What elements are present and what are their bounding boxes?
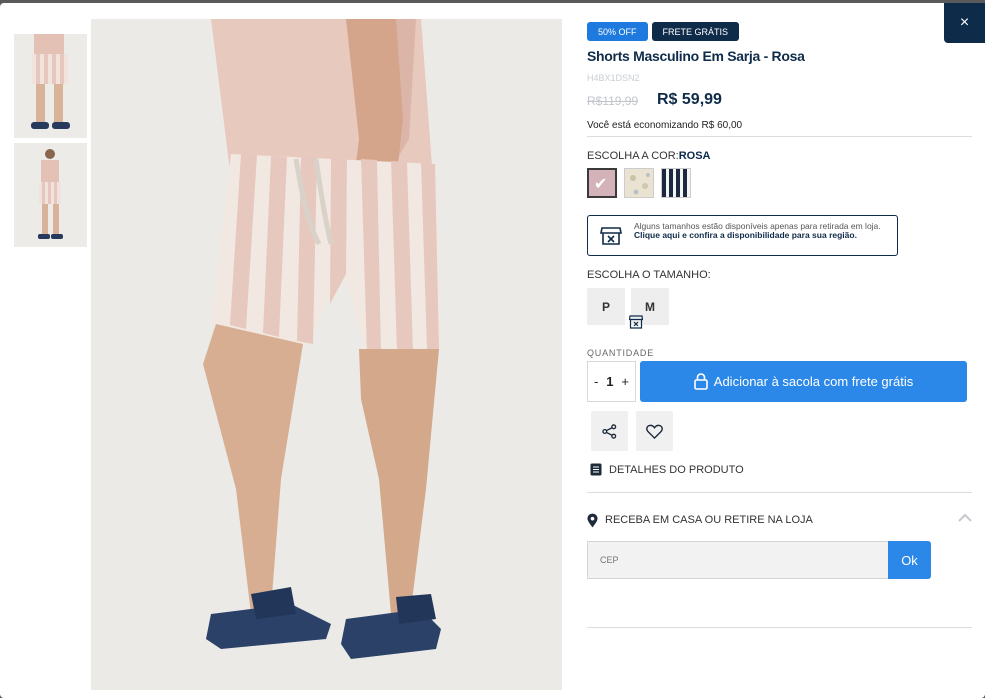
check-icon: ✔ [594, 176, 608, 193]
store-notice-link[interactable]: Clique aqui e confira a disponibilidade … [634, 230, 857, 240]
product-details-label: DETALHES DO PRODUTO [609, 463, 744, 476]
favorite-button[interactable] [636, 411, 673, 451]
product-main-image [91, 19, 562, 690]
savings-text: Você está economizando R$ 60,00 [587, 120, 743, 131]
free-shipping-badge: FRETE GRÁTIS [651, 22, 740, 41]
thumbnail-image-legs [14, 34, 87, 138]
close-icon: × [959, 14, 970, 31]
cep-input[interactable] [587, 541, 889, 579]
store-pickup-icon [629, 315, 643, 329]
color-label-text: ESCOLHA A COR: [587, 150, 679, 162]
quantity-value[interactable]: 1 [606, 374, 613, 389]
list-icon [590, 463, 602, 476]
share-button[interactable] [591, 411, 628, 451]
product-details-toggle[interactable]: DETALHES DO PRODUTO [590, 463, 744, 476]
divider [587, 492, 972, 493]
color-swatch-floral[interactable] [624, 168, 654, 198]
selected-color: ROSA [678, 150, 711, 162]
location-pin-icon [587, 513, 598, 527]
quantity-stepper: - 1 + [587, 361, 636, 402]
close-button[interactable]: × [944, 3, 985, 43]
thumbnail-2[interactable] [14, 143, 87, 247]
cep-ok-button[interactable]: Ok [888, 541, 931, 579]
chevron-up-icon[interactable] [958, 513, 972, 523]
thumbnail-image-full-body [14, 143, 87, 247]
divider [587, 136, 972, 137]
heart-icon [646, 424, 663, 439]
quantity-label: QUANTIDADE [587, 348, 655, 358]
color-swatch-stripes[interactable] [661, 168, 691, 198]
store-notice-text: Alguns tamanhos estão disponíveis apenas… [634, 222, 892, 240]
product-title: Shorts Masculino Em Sarja - Rosa [587, 48, 805, 64]
delivery-label: RECEBA EM CASA OU RETIRE NA LOJA [605, 514, 813, 526]
current-price: R$ 59,99 [657, 91, 722, 108]
quantity-increase-button[interactable]: + [621, 374, 629, 389]
divider [587, 627, 972, 628]
color-label: ESCOLHA A COR:ROSA [587, 150, 710, 162]
old-price: R$119,99 [587, 94, 639, 108]
share-icon [602, 423, 617, 439]
add-to-bag-label: Adicionar à sacola com frete grátis [713, 374, 914, 389]
size-option-p[interactable]: P [587, 288, 625, 325]
color-swatch-rosa[interactable]: ✔ [587, 168, 617, 198]
product-quick-view-modal: 50% OFF FRETE GRÁTIS Shorts Masculino Em… [0, 3, 985, 698]
store-availability-notice[interactable]: Alguns tamanhos estão disponíveis apenas… [587, 215, 898, 256]
size-label: ESCOLHA O TAMANHO: [587, 269, 711, 281]
product-photo-shorts [91, 19, 562, 690]
store-icon [600, 227, 622, 245]
discount-badge: 50% OFF [587, 22, 648, 41]
thumbnail-1[interactable] [14, 34, 87, 138]
product-sku: H4BX1DSN2 [587, 73, 640, 83]
quantity-decrease-button[interactable]: - [594, 374, 598, 389]
lock-bag-icon [693, 373, 708, 390]
badge-group: 50% OFF FRETE GRÁTIS [587, 22, 740, 41]
add-to-bag-button[interactable]: Adicionar à sacola com frete grátis [640, 361, 967, 402]
floral-pattern-icon [625, 169, 653, 197]
delivery-section-header[interactable]: RECEBA EM CASA OU RETIRE NA LOJA [587, 511, 972, 529]
